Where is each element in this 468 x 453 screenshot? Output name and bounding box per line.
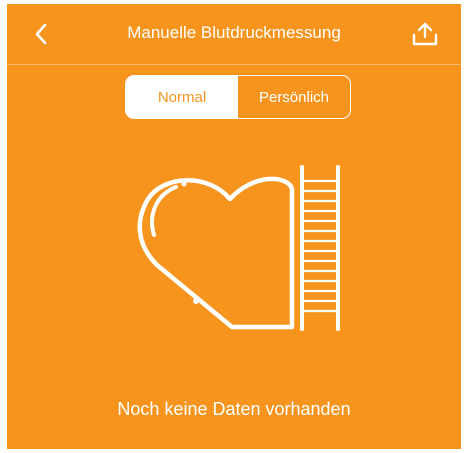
page-title: Manuelle Blutdruckmessung (127, 23, 341, 42)
back-button[interactable] (27, 20, 55, 48)
heart-ladder-illustration (137, 165, 340, 331)
heart-highlight-dot (181, 181, 187, 187)
upload-icon (412, 22, 438, 46)
empty-state-message: Noch keine Daten vorhanden (117, 399, 351, 419)
heart-sparkle (193, 298, 199, 304)
heart-highlight (150, 185, 178, 237)
ladder-rungs (304, 179, 336, 313)
header-divider (7, 64, 461, 65)
heart-shape (137, 176, 295, 330)
mode-segmented-control: Normal Persönlich (125, 75, 351, 119)
share-button[interactable] (409, 19, 441, 49)
tab-persoenlich[interactable]: Persönlich (238, 76, 350, 118)
tab-normal[interactable]: Normal (126, 76, 238, 118)
header-bar: Manuelle Blutdruckmessung (7, 4, 461, 64)
app-screen: Manuelle Blutdruckmessung Normal Persönl… (7, 4, 461, 449)
chevron-left-icon (35, 23, 47, 45)
